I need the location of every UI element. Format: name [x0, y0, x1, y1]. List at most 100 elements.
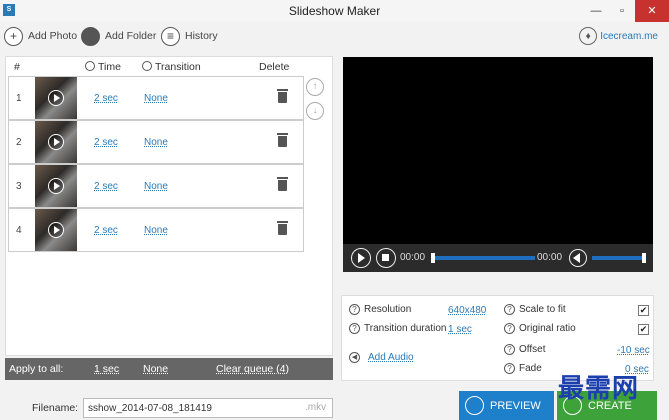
play-button[interactable]	[351, 248, 371, 268]
header-num: #	[14, 61, 20, 73]
history-label: History	[185, 30, 218, 42]
row-time-link[interactable]: 2 sec	[94, 181, 118, 192]
preview-label: PREVIEW	[490, 399, 541, 412]
apply-time-link[interactable]: 1 sec	[94, 363, 119, 375]
fade-setting: ? Fade	[504, 363, 542, 374]
clock-icon	[85, 61, 95, 71]
history-button[interactable]: ≡ History	[161, 25, 218, 47]
trash-icon[interactable]	[277, 133, 288, 147]
help-icon[interactable]: ?	[504, 323, 515, 334]
filename-label: Filename:	[32, 402, 79, 414]
scale-to-fit-checkbox[interactable]: ✔	[638, 305, 649, 316]
row-number: 4	[16, 225, 22, 236]
brand-link[interactable]: ♦ Icecream.me	[579, 27, 658, 45]
header-delete: Delete	[259, 61, 290, 73]
total-time: 00:00	[537, 252, 563, 263]
trash-icon[interactable]	[277, 221, 288, 235]
play-icon	[48, 90, 64, 106]
list-header: # Time Transition Delete	[6, 57, 334, 76]
header-transition: Transition	[142, 61, 201, 73]
add-folder-button[interactable]: Add Folder	[81, 25, 156, 47]
stop-button[interactable]	[376, 248, 396, 268]
clear-queue-link[interactable]: Clear queue (4)	[216, 363, 289, 375]
row-transition-link[interactable]: None	[144, 137, 168, 148]
row-time-link[interactable]: 2 sec	[94, 93, 118, 104]
transition-duration-setting: ? Transition duration	[349, 323, 446, 334]
help-icon[interactable]: ?	[349, 304, 360, 315]
play-icon	[48, 178, 64, 194]
transition-icon	[142, 61, 152, 71]
trash-icon[interactable]	[277, 89, 288, 103]
row-transition-link[interactable]: None	[144, 181, 168, 192]
slide-thumbnail[interactable]	[35, 121, 77, 163]
original-ratio-label: Original ratio	[519, 323, 576, 334]
slide-thumbnail[interactable]	[35, 77, 77, 119]
add-audio-label: Add Audio	[368, 352, 414, 363]
help-icon[interactable]: ?	[504, 304, 515, 315]
volume-handle[interactable]	[642, 253, 646, 263]
plus-icon: +	[4, 26, 23, 46]
row-time-link[interactable]: 2 sec	[94, 137, 118, 148]
help-icon[interactable]: ?	[504, 363, 515, 374]
slide-thumbnail[interactable]	[35, 209, 77, 251]
apply-transition-link[interactable]: None	[143, 363, 168, 375]
slide-thumbnail[interactable]	[35, 165, 77, 207]
resolution-value[interactable]: 640x480	[448, 305, 486, 316]
minimize-button[interactable]: —	[583, 0, 609, 22]
row-transition-link[interactable]: None	[144, 93, 168, 104]
play-icon	[48, 134, 64, 150]
move-down-button[interactable]: ↓	[306, 102, 324, 120]
header-time: Time	[85, 61, 121, 73]
volume-slider[interactable]	[592, 256, 642, 260]
row-number: 1	[16, 93, 22, 104]
list-icon: ≡	[161, 26, 180, 46]
original-ratio-setting: ? Original ratio	[504, 323, 576, 334]
add-audio-button[interactable]: ◀ Add Audio	[349, 352, 414, 363]
scale-to-fit-label: Scale to fit	[519, 304, 566, 315]
seek-handle[interactable]	[431, 253, 435, 263]
add-photo-button[interactable]: + Add Photo	[4, 25, 77, 47]
offset-setting: ? Offset	[504, 344, 546, 355]
resolution-setting: ? Resolution	[349, 304, 411, 315]
row-transition-link[interactable]: None	[144, 225, 168, 236]
table-row[interactable]: 3 2 sec None	[8, 164, 304, 208]
transition-duration-value[interactable]: 1 sec	[448, 324, 472, 335]
play-icon	[465, 396, 484, 415]
move-up-button[interactable]: ↑	[306, 78, 324, 96]
trash-icon[interactable]	[277, 177, 288, 191]
window-title: Slideshow Maker	[288, 4, 381, 18]
help-icon[interactable]: ?	[504, 344, 515, 355]
folder-icon	[81, 26, 100, 46]
current-time: 00:00	[400, 252, 426, 263]
play-icon	[48, 222, 64, 238]
offset-value[interactable]: -10 sec	[617, 345, 650, 356]
title-bar: S Slideshow Maker — ▫ ✕	[0, 0, 669, 22]
icecream-logo-icon: ♦	[579, 27, 598, 45]
original-ratio-checkbox[interactable]: ✔	[638, 324, 649, 335]
video-preview	[343, 57, 653, 272]
watermark: 最需网	[558, 374, 640, 404]
add-photo-label: Add Photo	[28, 30, 78, 42]
restore-button[interactable]: ▫	[609, 0, 635, 22]
table-row[interactable]: 2 2 sec None	[8, 120, 304, 164]
row-number: 3	[16, 181, 22, 192]
close-button[interactable]: ✕	[635, 0, 669, 22]
filename-extension: .mkv	[305, 402, 327, 413]
table-row[interactable]: 4 2 sec None	[8, 208, 304, 252]
scale-to-fit-setting: ? Scale to fit	[504, 304, 566, 315]
player-controls: 00:00 00:00	[343, 244, 653, 272]
brand-label: Icecream.me	[600, 30, 658, 42]
help-icon[interactable]: ?	[349, 323, 360, 334]
transition-duration-label: Transition duration	[364, 323, 447, 334]
row-time-link[interactable]: 2 sec	[94, 225, 118, 236]
filename-input[interactable]	[83, 398, 333, 418]
audio-icon: ◀	[349, 352, 360, 363]
row-number: 2	[16, 137, 22, 148]
slide-list-panel: # Time Transition Delete 1 2 sec None 2 …	[5, 56, 333, 356]
seek-bar[interactable]	[431, 256, 535, 260]
preview-button[interactable]: PREVIEW	[459, 391, 554, 420]
table-row[interactable]: 1 2 sec None	[8, 76, 304, 120]
volume-icon[interactable]	[569, 249, 587, 267]
add-folder-label: Add Folder	[105, 30, 157, 42]
resolution-label: Resolution	[364, 304, 412, 315]
